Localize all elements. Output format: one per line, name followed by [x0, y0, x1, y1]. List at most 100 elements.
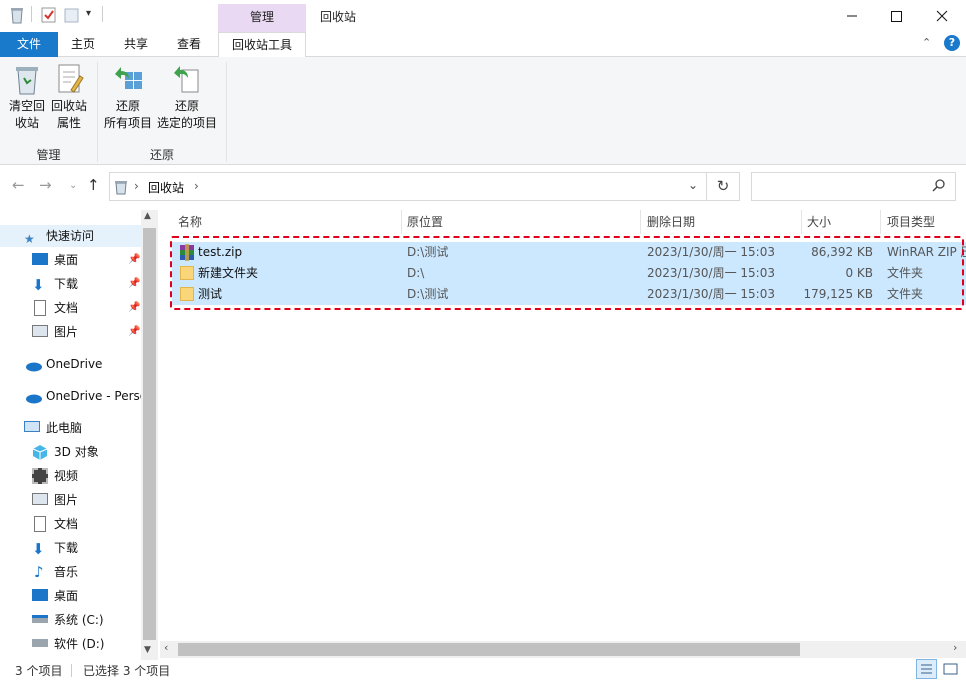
context-tab-header: 管理	[218, 4, 306, 32]
minimize-icon[interactable]	[842, 6, 862, 26]
column-original-location[interactable]: 原位置	[407, 210, 443, 234]
window-title: 回收站	[320, 10, 357, 24]
title-bar	[0, 0, 966, 32]
refresh-icon[interactable]: ↻	[707, 172, 740, 201]
horizontal-scrollbar-thumb[interactable]	[178, 643, 800, 656]
divider	[71, 664, 72, 677]
recycle-bin-icon	[114, 179, 128, 198]
group-label-manage: 管理	[36, 148, 61, 162]
document-icon	[34, 516, 46, 532]
help-icon[interactable]: ?	[944, 35, 960, 51]
nav-documents[interactable]: 文档	[32, 297, 78, 319]
nav-videos[interactable]: 视频	[32, 465, 78, 487]
desktop-icon	[32, 589, 48, 601]
drive-icon	[32, 615, 48, 623]
nav-documents-pc[interactable]: 文档	[32, 513, 78, 535]
status-selected-count: 已选择 3 个项目	[83, 664, 171, 678]
music-note-icon: ♪	[34, 563, 44, 581]
restore-all-button[interactable]: 还原 所有项目	[102, 62, 154, 132]
new-folder-icon[interactable]	[64, 6, 80, 24]
maximize-icon[interactable]	[886, 6, 906, 26]
breadcrumb-separator: ›	[194, 179, 199, 193]
nav-3d-objects[interactable]: 3D 对象	[32, 441, 99, 463]
group-separator	[226, 62, 227, 162]
download-icon: ⬇	[32, 276, 45, 294]
scroll-right-icon[interactable]: ›	[953, 641, 957, 654]
restore-selected-label-line2: 选定的项目	[156, 116, 217, 130]
tab-share[interactable]: 共享	[114, 32, 158, 57]
empty-recycle-bin-button[interactable]: 清空回 收站	[6, 62, 48, 132]
column-size[interactable]: 大小	[807, 210, 831, 234]
restore-selected-label-line1: 还原	[174, 99, 199, 113]
nav-music[interactable]: ♪ 音乐	[32, 561, 78, 583]
nav-downloads-pc[interactable]: ⬇ 下载	[32, 537, 78, 559]
empty-label-line2: 收站	[14, 116, 39, 130]
chevron-up-icon[interactable]: ⌃	[922, 36, 931, 49]
chevron-down-icon[interactable]: ⌄	[688, 178, 698, 192]
scroll-down-icon[interactable]: ▼	[144, 645, 151, 655]
pin-icon[interactable]: 📌	[128, 278, 140, 289]
column-name[interactable]: 名称	[178, 210, 202, 234]
pin-icon[interactable]: 📌	[128, 326, 140, 337]
address-bar[interactable]: › 回收站 › ⌄	[109, 172, 707, 201]
drive-icon	[32, 639, 48, 647]
large-icons-view-icon[interactable]	[941, 660, 960, 678]
props-label-line2: 属性	[56, 116, 81, 130]
restore-selected-icon	[156, 62, 218, 98]
restore-all-label-line2: 所有项目	[103, 116, 152, 130]
nav-drive-c[interactable]: 系统 (C:)	[32, 609, 104, 631]
recycle-bin-icon[interactable]	[9, 6, 25, 24]
onedrive-icon	[24, 389, 42, 405]
properties-icon	[48, 62, 90, 98]
nav-onedrive[interactable]: OneDrive	[24, 353, 102, 375]
star-icon: ★	[24, 232, 35, 246]
onedrive-icon	[24, 357, 42, 373]
pin-icon[interactable]: 📌	[128, 302, 140, 313]
breadcrumb-recycle-bin[interactable]: 回收站	[148, 179, 184, 196]
tab-file[interactable]: 文件	[0, 32, 58, 57]
back-icon[interactable]: ←	[12, 176, 25, 194]
close-icon[interactable]	[932, 6, 952, 26]
column-divider[interactable]	[801, 210, 802, 234]
nav-desktop[interactable]: 桌面	[32, 249, 78, 271]
nav-pictures[interactable]: 图片	[32, 321, 78, 343]
cube-icon	[32, 444, 48, 460]
search-icon	[932, 178, 946, 195]
tab-recycle-bin-tools[interactable]: 回收站工具	[218, 32, 306, 58]
scroll-left-icon[interactable]: ‹	[164, 641, 168, 654]
divider	[31, 6, 32, 22]
restore-all-icon	[102, 62, 154, 98]
selection-highlight-box	[170, 236, 964, 310]
group-label-restore: 还原	[149, 148, 174, 162]
column-divider[interactable]	[401, 210, 402, 234]
pictures-icon	[32, 325, 48, 337]
restore-selected-button[interactable]: 还原 选定的项目	[156, 62, 218, 132]
scroll-up-icon[interactable]: ▲	[144, 211, 151, 221]
search-input[interactable]	[751, 172, 956, 201]
forward-icon[interactable]: →	[39, 176, 52, 194]
column-item-type[interactable]: 项目类型	[887, 210, 935, 234]
nav-downloads[interactable]: ⬇ 下载	[32, 273, 78, 295]
nav-pictures-pc[interactable]: 图片	[32, 489, 78, 511]
column-divider[interactable]	[640, 210, 641, 234]
nav-scrollbar-thumb[interactable]	[143, 228, 156, 640]
details-view-icon[interactable]	[916, 659, 937, 679]
nav-desktop-pc[interactable]: 桌面	[32, 585, 78, 607]
tab-home[interactable]: 主页	[62, 32, 104, 57]
customize-toolbar-icon[interactable]: ▾	[86, 8, 91, 19]
nav-onedrive-personal[interactable]: OneDrive - Personal	[24, 385, 158, 407]
nav-drive-d[interactable]: 软件 (D:)	[32, 633, 104, 655]
desktop-icon	[32, 253, 48, 265]
properties-icon[interactable]	[41, 6, 57, 24]
pin-icon[interactable]: 📌	[128, 254, 140, 265]
tab-view[interactable]: 查看	[168, 32, 210, 57]
nav-this-pc[interactable]: 此电脑	[24, 417, 82, 439]
recycle-bin-properties-button[interactable]: 回收站 属性	[48, 62, 90, 132]
restore-all-label-line1: 还原	[115, 99, 140, 113]
props-label-line1: 回收站	[50, 99, 87, 113]
column-divider[interactable]	[880, 210, 881, 234]
nav-quick-access[interactable]: ★ 快速访问	[24, 225, 94, 247]
column-date-deleted[interactable]: 删除日期	[647, 210, 695, 234]
up-icon[interactable]: ↑	[87, 176, 100, 194]
recent-locations-icon[interactable]: ⌄	[69, 180, 77, 191]
